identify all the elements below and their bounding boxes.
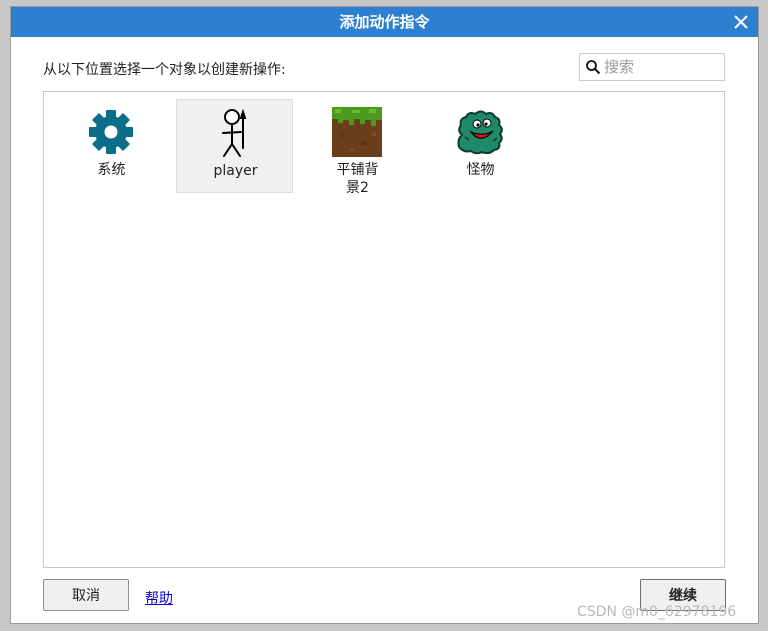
- object-item-monster[interactable]: 怪物: [422, 99, 539, 193]
- stick-figure-icon: [222, 108, 247, 157]
- dialog-title: 添加动作指令: [339, 13, 430, 31]
- object-list: 系统 player 平铺背景2 怪物: [43, 91, 725, 568]
- gear-icon: [89, 110, 133, 154]
- search-input[interactable]: [604, 56, 720, 78]
- object-label: 怪物: [466, 162, 495, 178]
- close-button[interactable]: [730, 11, 752, 33]
- search-icon: [586, 60, 601, 75]
- title-bar: 添加动作指令: [11, 7, 758, 37]
- object-label: player: [213, 163, 258, 179]
- add-action-dialog: 添加动作指令 从以下位置选择一个对象以创建新操作: 搜索 系统 player 平…: [10, 6, 759, 624]
- search-box[interactable]: [579, 53, 725, 81]
- close-icon: [734, 15, 748, 29]
- help-link[interactable]: 帮助: [145, 588, 173, 608]
- object-item-tiled-background[interactable]: 平铺背景2: [299, 99, 416, 196]
- watermark: CSDN @m0_62978196: [577, 604, 737, 620]
- green-monster-icon: [457, 110, 503, 155]
- grass-dirt-tile-icon: [332, 107, 382, 157]
- object-item-player[interactable]: player: [176, 99, 293, 193]
- object-label: 平铺背景2: [336, 162, 379, 196]
- cancel-button[interactable]: 取消: [43, 579, 129, 611]
- object-item-system[interactable]: 系统: [53, 99, 170, 193]
- object-label: 系统: [97, 162, 126, 178]
- instruction-text: 从以下位置选择一个对象以创建新操作:: [43, 62, 286, 78]
